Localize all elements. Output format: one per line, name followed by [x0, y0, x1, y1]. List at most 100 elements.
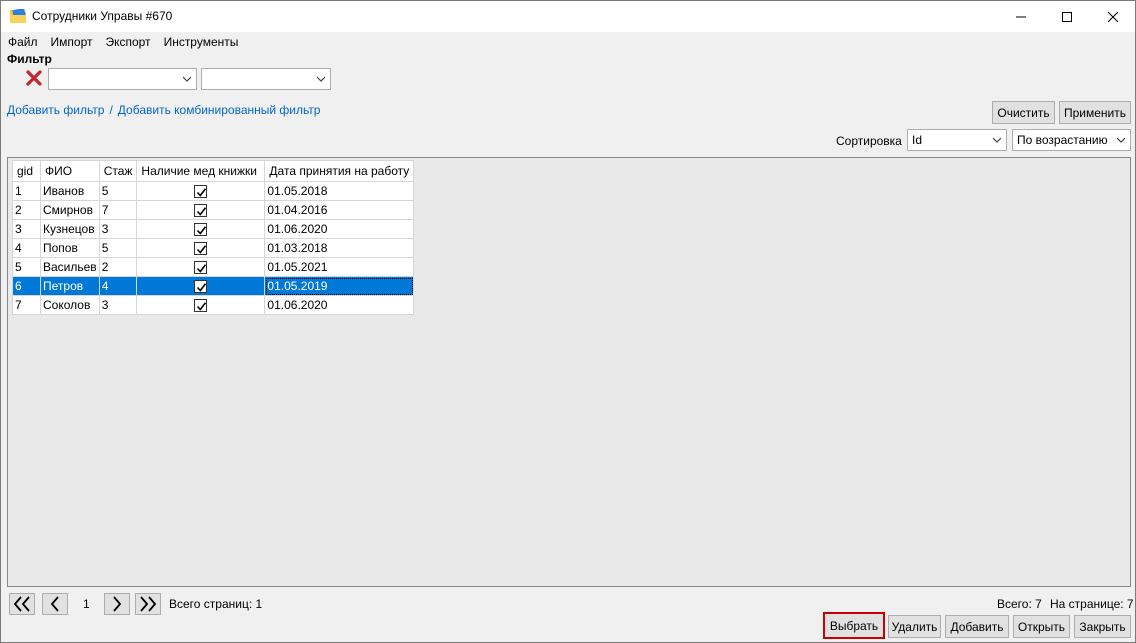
chevron-right-icon	[113, 596, 122, 612]
med-book-checkbox[interactable]	[194, 299, 208, 313]
cell-gid[interactable]: 1	[12, 181, 41, 201]
cell-fio[interactable]: Смирнов	[40, 200, 100, 220]
title-bar: Сотрудники Управы #670	[1, 1, 1135, 32]
table-row[interactable]: 2 Смирнов 7 01.04.2016	[12, 200, 415, 220]
cell-fio[interactable]: Соколов	[40, 295, 100, 315]
chevron-left-icon	[50, 596, 59, 612]
apply-filter-button[interactable]: Применить	[1059, 101, 1131, 124]
cell-gid[interactable]: 3	[12, 219, 41, 239]
filter-label: Фильтр	[7, 52, 52, 66]
last-page-button[interactable]	[135, 593, 161, 615]
cell-staj[interactable]: 5	[98, 238, 138, 258]
cell-med[interactable]	[136, 257, 266, 277]
add-filter-link[interactable]: Добавить фильтр	[7, 103, 104, 117]
maximize-icon	[1062, 11, 1072, 22]
table-row[interactable]: 5 Васильев 2 01.05.2021	[12, 257, 415, 277]
menu-file[interactable]: Файл	[2, 35, 45, 49]
employees-table: gid ФИО Стаж Наличие мед книжки Дата при…	[12, 160, 415, 315]
cell-med[interactable]	[136, 295, 266, 315]
cell-gid[interactable]: 5	[12, 257, 41, 277]
sort-order-select[interactable]: По возрастанию	[1012, 129, 1131, 151]
chevron-down-icon	[317, 76, 325, 82]
filter-operator-select[interactable]	[201, 68, 331, 90]
med-book-checkbox[interactable]	[194, 204, 208, 218]
cell-date[interactable]: 01.03.2018	[264, 238, 415, 258]
chevron-down-icon	[993, 137, 1001, 143]
clear-filter-button[interactable]: Очистить	[992, 101, 1055, 124]
cell-gid[interactable]: 6	[12, 276, 41, 296]
window-title: Сотрудники Управы #670	[32, 9, 173, 23]
sort-label: Сортировка	[836, 134, 902, 148]
cell-gid[interactable]: 2	[12, 200, 41, 220]
med-book-checkbox[interactable]	[194, 223, 208, 237]
cell-med[interactable]	[136, 238, 266, 258]
cell-fio[interactable]: Петров	[40, 276, 100, 296]
open-button[interactable]: Открыть	[1013, 615, 1070, 638]
column-header-gid[interactable]: gid	[12, 160, 41, 182]
med-book-checkbox[interactable]	[194, 261, 208, 275]
first-page-button[interactable]	[9, 593, 35, 615]
data-grid[interactable]: gid ФИО Стаж Наличие мед книжки Дата при…	[7, 157, 1131, 587]
sort-field-select[interactable]: Id	[907, 129, 1007, 151]
menu-import[interactable]: Импорт	[45, 35, 100, 49]
minimize-icon	[1016, 16, 1026, 17]
cell-staj[interactable]: 3	[98, 219, 138, 239]
cell-med[interactable]	[136, 276, 266, 296]
cell-date[interactable]: 01.05.2018	[264, 181, 415, 201]
med-book-checkbox[interactable]	[194, 242, 208, 256]
table-header-row: gid ФИО Стаж Наличие мед книжки Дата при…	[12, 160, 415, 182]
cell-date[interactable]: 01.06.2020	[264, 295, 415, 315]
maximize-button[interactable]	[1044, 1, 1090, 32]
cell-fio[interactable]: Васильев	[40, 257, 100, 277]
close-button[interactable]: Закрыть	[1074, 615, 1131, 638]
minimize-button[interactable]	[998, 1, 1044, 32]
delete-button[interactable]: Удалить	[888, 615, 941, 638]
total-pages-text: Всего страниц: 1	[169, 597, 263, 611]
double-chevron-left-icon	[13, 596, 30, 612]
med-book-checkbox[interactable]	[194, 185, 208, 199]
cell-staj[interactable]: 2	[98, 257, 138, 277]
column-header-fio[interactable]: ФИО	[40, 160, 100, 182]
cell-med[interactable]	[136, 181, 266, 201]
next-page-button[interactable]	[104, 593, 130, 615]
sort-field-value: Id	[912, 133, 923, 147]
column-header-med[interactable]: Наличие мед книжки	[136, 160, 266, 182]
med-book-checkbox[interactable]	[194, 280, 208, 294]
cell-date[interactable]: 01.04.2016	[264, 200, 415, 220]
table-row[interactable]: 3 Кузнецов 3 01.06.2020	[12, 219, 415, 239]
cell-staj[interactable]: 7	[98, 200, 138, 220]
cell-date[interactable]: 01.05.2021	[264, 257, 415, 277]
cell-date[interactable]: 01.06.2020	[264, 219, 415, 239]
app-window: Сотрудники Управы #670 Файл Импорт Экспо…	[0, 0, 1136, 643]
cell-date[interactable]: 01.05.2019	[264, 276, 415, 296]
double-chevron-right-icon	[140, 596, 157, 612]
current-page-number: 1	[83, 597, 90, 611]
menu-tools[interactable]: Инструменты	[158, 35, 246, 49]
chevron-down-icon	[1117, 137, 1125, 143]
table-row[interactable]: 6 Петров 4 01.05.2019	[12, 276, 415, 296]
app-folder-icon	[10, 7, 26, 23]
column-header-staj[interactable]: Стаж	[98, 160, 138, 182]
table-row[interactable]: 4 Попов 5 01.03.2018	[12, 238, 415, 258]
cell-fio[interactable]: Кузнецов	[40, 219, 100, 239]
cell-staj[interactable]: 3	[98, 295, 138, 315]
cell-staj[interactable]: 5	[98, 181, 138, 201]
prev-page-button[interactable]	[42, 593, 68, 615]
filter-field-select[interactable]	[48, 68, 197, 90]
cell-med[interactable]	[136, 200, 266, 220]
cell-med[interactable]	[136, 219, 266, 239]
select-button[interactable]: Выбрать	[823, 612, 885, 639]
add-button[interactable]: Добавить	[945, 615, 1009, 638]
cell-gid[interactable]: 7	[12, 295, 41, 315]
cell-fio[interactable]: Попов	[40, 238, 100, 258]
add-combined-filter-link[interactable]: Добавить комбинированный фильтр	[118, 103, 321, 117]
menu-export[interactable]: Экспорт	[99, 35, 157, 49]
table-row[interactable]: 7 Соколов 3 01.06.2020	[12, 295, 415, 315]
cell-staj[interactable]: 4	[98, 276, 138, 296]
cell-gid[interactable]: 4	[12, 238, 41, 258]
column-header-date[interactable]: Дата принятия на работу	[264, 160, 415, 182]
red-x-icon[interactable]	[25, 69, 43, 87]
cell-fio[interactable]: Иванов	[40, 181, 100, 201]
table-row[interactable]: 1 Иванов 5 01.05.2018	[12, 181, 415, 201]
close-window-button[interactable]	[1090, 1, 1136, 32]
